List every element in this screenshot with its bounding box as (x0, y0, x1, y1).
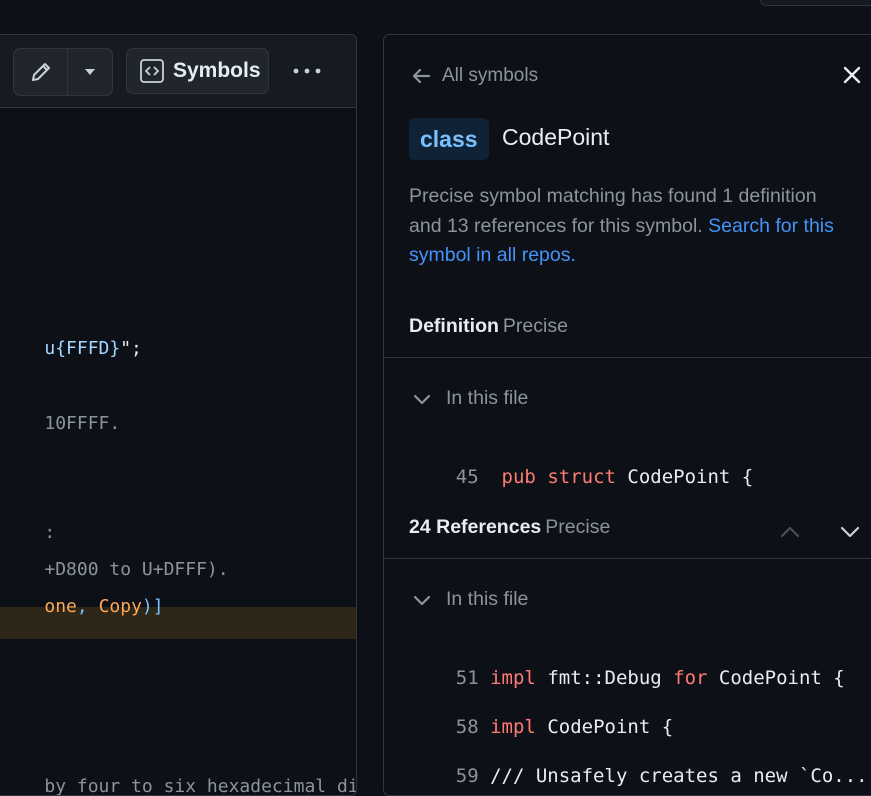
code-line: u{FFFD}"; (44, 338, 142, 359)
definition-header: Definition Precise (409, 315, 568, 337)
all-symbols-label: All symbols (442, 65, 539, 86)
divider (384, 357, 871, 358)
close-icon (843, 66, 861, 84)
triangle-down-icon (85, 69, 96, 75)
top-strip (0, 0, 871, 34)
arrow-left-icon (412, 68, 431, 84)
chevron-down-icon (413, 394, 431, 404)
edit-dropdown-button[interactable] (68, 49, 112, 95)
all-symbols-link[interactable]: All symbols (410, 65, 538, 87)
symbols-button-label: Symbols (173, 59, 261, 82)
code-line: by four to six hexadecimal di (44, 776, 357, 796)
edit-button-group (13, 48, 113, 96)
code-line: one, Copy)] (44, 596, 164, 617)
code-line: 10FFFF. (44, 413, 121, 434)
definition-file-group-toggle[interactable]: In this file (412, 387, 528, 410)
references-file-group-toggle[interactable]: In this file (412, 588, 528, 611)
more-options-button[interactable] (288, 55, 326, 87)
previous-reference-button[interactable] (780, 526, 800, 538)
code-square-icon (140, 59, 164, 83)
symbols-panel: All symbols class CodePoint Precise symb… (383, 34, 871, 796)
edit-button[interactable] (14, 49, 69, 95)
reference-navigation (780, 526, 860, 538)
chevron-up-icon (780, 526, 800, 538)
definition-result-line[interactable]: 45 pub struct CodePoint { (410, 444, 753, 510)
reference-line[interactable]: 59 /// Unsafely creates a new `Co... (410, 743, 868, 795)
top-corner-control[interactable] (760, 0, 871, 6)
chevron-down-icon (840, 526, 860, 538)
symbol-kind-badge: class (409, 118, 489, 160)
chevron-down-icon (413, 595, 431, 605)
symbol-description: Precise symbol matching has found 1 defi… (409, 185, 834, 266)
next-reference-button[interactable] (840, 526, 860, 538)
pencil-icon (31, 63, 50, 81)
symbol-name: CodePoint (502, 124, 610, 150)
kebab-horizontal-icon (293, 68, 321, 74)
symbols-button[interactable]: Symbols (126, 48, 269, 94)
divider (384, 558, 871, 559)
references-header: 24 References Precise (409, 516, 611, 538)
code-view-panel: Symbols u{FFFD}"; 10FFFF. : +D800 to U+D… (0, 34, 357, 796)
close-button[interactable] (840, 63, 864, 87)
code-toolbar: Symbols (0, 35, 356, 108)
